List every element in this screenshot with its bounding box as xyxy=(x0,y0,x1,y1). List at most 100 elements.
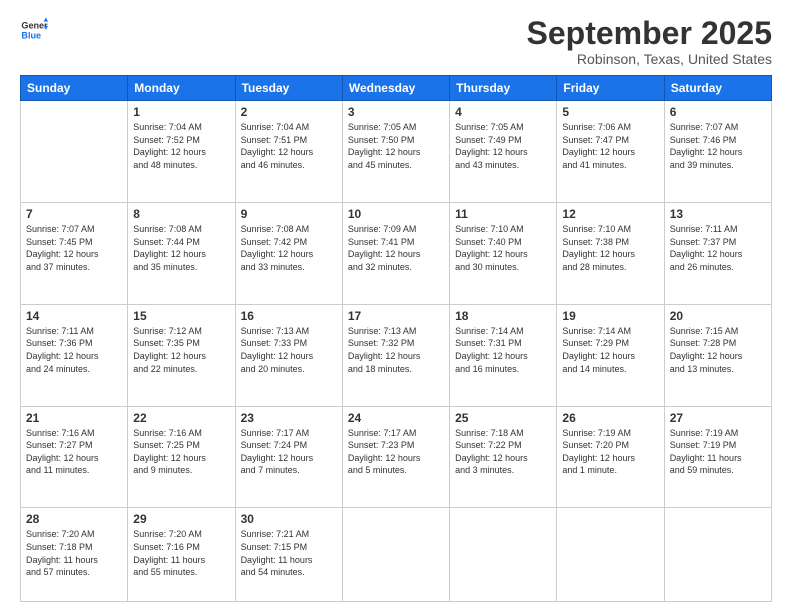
day-info: Sunrise: 7:10 AMSunset: 7:38 PMDaylight:… xyxy=(562,223,658,273)
day-info: Sunrise: 7:09 AMSunset: 7:41 PMDaylight:… xyxy=(348,223,444,273)
table-row xyxy=(557,508,664,602)
day-number: 16 xyxy=(241,309,337,323)
day-info: Sunrise: 7:07 AMSunset: 7:46 PMDaylight:… xyxy=(670,121,766,171)
day-number: 11 xyxy=(455,207,551,221)
day-number: 24 xyxy=(348,411,444,425)
table-row: 2 Sunrise: 7:04 AMSunset: 7:51 PMDaylight… xyxy=(235,101,342,203)
day-number: 15 xyxy=(133,309,229,323)
col-monday: Monday xyxy=(128,76,235,101)
day-number: 14 xyxy=(26,309,122,323)
day-info: Sunrise: 7:16 AMSunset: 7:25 PMDaylight:… xyxy=(133,427,229,477)
day-number: 28 xyxy=(26,512,122,526)
day-number: 7 xyxy=(26,207,122,221)
day-info: Sunrise: 7:19 AMSunset: 7:19 PMDaylight:… xyxy=(670,427,766,477)
day-info: Sunrise: 7:04 AMSunset: 7:51 PMDaylight:… xyxy=(241,121,337,171)
table-row: 18 Sunrise: 7:14 AMSunset: 7:31 PMDayligh… xyxy=(450,304,557,406)
subtitle: Robinson, Texas, United States xyxy=(527,51,772,67)
day-info: Sunrise: 7:08 AMSunset: 7:44 PMDaylight:… xyxy=(133,223,229,273)
day-info: Sunrise: 7:13 AMSunset: 7:32 PMDaylight:… xyxy=(348,325,444,375)
day-number: 27 xyxy=(670,411,766,425)
day-number: 9 xyxy=(241,207,337,221)
table-row xyxy=(450,508,557,602)
day-number: 3 xyxy=(348,105,444,119)
table-row: 25 Sunrise: 7:18 AMSunset: 7:22 PMDayligh… xyxy=(450,406,557,508)
table-row: 30 Sunrise: 7:21 AMSunset: 7:15 PMDayligh… xyxy=(235,508,342,602)
day-number: 25 xyxy=(455,411,551,425)
day-number: 17 xyxy=(348,309,444,323)
day-info: Sunrise: 7:05 AMSunset: 7:49 PMDaylight:… xyxy=(455,121,551,171)
table-row: 26 Sunrise: 7:19 AMSunset: 7:20 PMDayligh… xyxy=(557,406,664,508)
day-info: Sunrise: 7:14 AMSunset: 7:31 PMDaylight:… xyxy=(455,325,551,375)
table-row: 16 Sunrise: 7:13 AMSunset: 7:33 PMDayligh… xyxy=(235,304,342,406)
table-row: 28Sunrise: 7:20 AMSunset: 7:18 PMDayligh… xyxy=(21,508,128,602)
day-number: 13 xyxy=(670,207,766,221)
table-row: 27 Sunrise: 7:19 AMSunset: 7:19 PMDayligh… xyxy=(664,406,771,508)
day-info: Sunrise: 7:06 AMSunset: 7:47 PMDaylight:… xyxy=(562,121,658,171)
day-info: Sunrise: 7:11 AMSunset: 7:37 PMDaylight:… xyxy=(670,223,766,273)
day-info: Sunrise: 7:13 AMSunset: 7:33 PMDaylight:… xyxy=(241,325,337,375)
day-number: 20 xyxy=(670,309,766,323)
table-row: 12Sunrise: 7:10 AMSunset: 7:38 PMDayligh… xyxy=(557,202,664,304)
day-info: Sunrise: 7:05 AMSunset: 7:50 PMDaylight:… xyxy=(348,121,444,171)
day-info: Sunrise: 7:12 AMSunset: 7:35 PMDaylight:… xyxy=(133,325,229,375)
table-row: 20 Sunrise: 7:15 AMSunset: 7:28 PMDayligh… xyxy=(664,304,771,406)
day-number: 1 xyxy=(133,105,229,119)
table-row: 7 Sunrise: 7:07 AMSunset: 7:45 PMDaylight… xyxy=(21,202,128,304)
col-saturday: Saturday xyxy=(664,76,771,101)
table-row: 4 Sunrise: 7:05 AMSunset: 7:49 PMDaylight… xyxy=(450,101,557,203)
day-info: Sunrise: 7:21 AMSunset: 7:15 PMDaylight:… xyxy=(241,528,337,578)
table-row: 21 Sunrise: 7:16 AMSunset: 7:27 PMDayligh… xyxy=(21,406,128,508)
svg-text:Blue: Blue xyxy=(21,30,41,40)
table-row: 17 Sunrise: 7:13 AMSunset: 7:32 PMDayligh… xyxy=(342,304,449,406)
day-info: Sunrise: 7:07 AMSunset: 7:45 PMDaylight:… xyxy=(26,223,122,273)
main-title: September 2025 xyxy=(527,16,772,51)
table-row: 11 Sunrise: 7:10 AMSunset: 7:40 PMDayligh… xyxy=(450,202,557,304)
day-number: 10 xyxy=(348,207,444,221)
table-row: 1 Sunrise: 7:04 AMSunset: 7:52 PMDaylight… xyxy=(128,101,235,203)
day-info: Sunrise: 7:15 AMSunset: 7:28 PMDaylight:… xyxy=(670,325,766,375)
day-info: Sunrise: 7:11 AMSunset: 7:36 PMDaylight:… xyxy=(26,325,122,375)
day-number: 26 xyxy=(562,411,658,425)
day-number: 18 xyxy=(455,309,551,323)
table-row: 14 Sunrise: 7:11 AMSunset: 7:36 PMDayligh… xyxy=(21,304,128,406)
day-info: Sunrise: 7:17 AMSunset: 7:24 PMDaylight:… xyxy=(241,427,337,477)
table-row: 10 Sunrise: 7:09 AMSunset: 7:41 PMDayligh… xyxy=(342,202,449,304)
day-info: Sunrise: 7:16 AMSunset: 7:27 PMDaylight:… xyxy=(26,427,122,477)
day-info: Sunrise: 7:08 AMSunset: 7:42 PMDaylight:… xyxy=(241,223,337,273)
day-number: 22 xyxy=(133,411,229,425)
day-number: 30 xyxy=(241,512,337,526)
table-row xyxy=(342,508,449,602)
day-info: Sunrise: 7:19 AMSunset: 7:20 PMDaylight:… xyxy=(562,427,658,477)
col-wednesday: Wednesday xyxy=(342,76,449,101)
table-row: 23Sunrise: 7:17 AMSunset: 7:24 PMDayligh… xyxy=(235,406,342,508)
page: General Blue September 2025 Robinson, Te… xyxy=(0,0,792,612)
day-number: 4 xyxy=(455,105,551,119)
table-row: 5Sunrise: 7:06 AMSunset: 7:47 PMDaylight… xyxy=(557,101,664,203)
table-row: 9 Sunrise: 7:08 AMSunset: 7:42 PMDaylight… xyxy=(235,202,342,304)
header: General Blue September 2025 Robinson, Te… xyxy=(20,16,772,67)
table-row: 15 Sunrise: 7:12 AMSunset: 7:35 PMDayligh… xyxy=(128,304,235,406)
header-row: Sunday Monday Tuesday Wednesday Thursday… xyxy=(21,76,772,101)
table-row: 13 Sunrise: 7:11 AMSunset: 7:37 PMDayligh… xyxy=(664,202,771,304)
table-row: 6Sunrise: 7:07 AMSunset: 7:46 PMDaylight… xyxy=(664,101,771,203)
day-info: Sunrise: 7:04 AMSunset: 7:52 PMDaylight:… xyxy=(133,121,229,171)
day-info: Sunrise: 7:18 AMSunset: 7:22 PMDaylight:… xyxy=(455,427,551,477)
col-friday: Friday xyxy=(557,76,664,101)
day-number: 2 xyxy=(241,105,337,119)
day-number: 8 xyxy=(133,207,229,221)
day-info: Sunrise: 7:17 AMSunset: 7:23 PMDaylight:… xyxy=(348,427,444,477)
col-sunday: Sunday xyxy=(21,76,128,101)
day-info: Sunrise: 7:20 AMSunset: 7:16 PMDaylight:… xyxy=(133,528,229,578)
table-row: 3 Sunrise: 7:05 AMSunset: 7:50 PMDaylight… xyxy=(342,101,449,203)
svg-text:General: General xyxy=(21,21,48,31)
title-block: September 2025 Robinson, Texas, United S… xyxy=(527,16,772,67)
table-row: 8 Sunrise: 7:08 AMSunset: 7:44 PMDaylight… xyxy=(128,202,235,304)
calendar-table: Sunday Monday Tuesday Wednesday Thursday… xyxy=(20,75,772,602)
logo-icon: General Blue xyxy=(20,16,48,44)
table-row xyxy=(664,508,771,602)
day-info: Sunrise: 7:10 AMSunset: 7:40 PMDaylight:… xyxy=(455,223,551,273)
table-row: 24 Sunrise: 7:17 AMSunset: 7:23 PMDayligh… xyxy=(342,406,449,508)
table-row: 22 Sunrise: 7:16 AMSunset: 7:25 PMDayligh… xyxy=(128,406,235,508)
day-number: 19 xyxy=(562,309,658,323)
day-number: 21 xyxy=(26,411,122,425)
